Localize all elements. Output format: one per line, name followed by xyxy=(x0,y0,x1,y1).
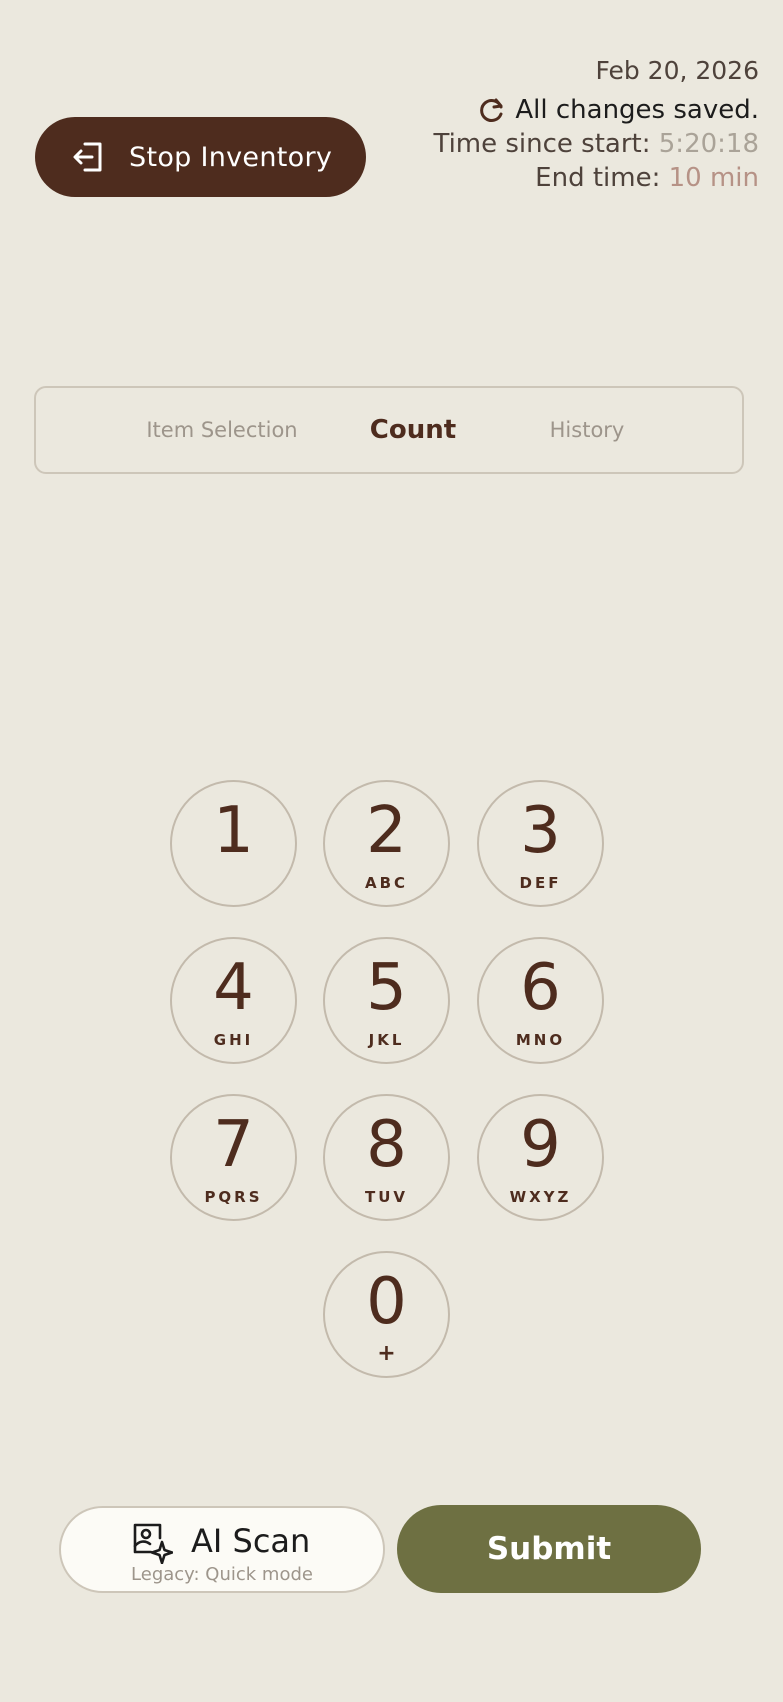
save-status: All changes saved. xyxy=(433,94,759,126)
key-letters: DEF xyxy=(519,874,562,892)
keypad-key-6[interactable]: 6 MNO xyxy=(477,937,604,1064)
key-digit: 8 xyxy=(366,1108,407,1182)
tab-bar: Item Selection Count History xyxy=(34,386,744,474)
keypad-key-2[interactable]: 2 ABC xyxy=(323,780,450,907)
time-since-label: Time since start: xyxy=(433,129,651,159)
keypad-key-8[interactable]: 8 TUV xyxy=(323,1094,450,1221)
tab-count[interactable]: Count xyxy=(348,388,478,472)
keypad-key-5[interactable]: 5 JKL xyxy=(323,937,450,1064)
refresh-icon xyxy=(477,95,507,125)
key-letters: TUV xyxy=(364,1188,409,1206)
key-letters: ABC xyxy=(364,874,409,892)
key-digit: 2 xyxy=(366,794,407,868)
ai-scan-label: AI Scan xyxy=(191,1522,311,1560)
keypad-key-9[interactable]: 9 WXYZ xyxy=(477,1094,604,1221)
keypad-key-1[interactable]: 1 xyxy=(170,780,297,907)
stop-inventory-label: Stop Inventory xyxy=(129,141,333,173)
end-time-label: End time: xyxy=(535,163,661,193)
keypad-key-3[interactable]: 3 DEF xyxy=(477,780,604,907)
time-since-start: Time since start: 5:20:18 xyxy=(433,128,759,160)
key-digit: 0 xyxy=(366,1265,407,1339)
keypad-key-4[interactable]: 4 GHI xyxy=(170,937,297,1064)
tab-item-selection[interactable]: Item Selection xyxy=(132,388,312,472)
key-digit: 1 xyxy=(213,794,254,868)
key-digit: 7 xyxy=(213,1108,254,1182)
keypad-key-0[interactable]: 0 + xyxy=(323,1251,450,1378)
key-digit: 5 xyxy=(366,951,407,1025)
key-letters: + xyxy=(377,1341,396,1366)
time-since-value: 5:20:18 xyxy=(658,129,759,159)
key-letters: PQRS xyxy=(204,1188,263,1206)
exit-door-icon xyxy=(71,139,107,175)
ai-scan-button[interactable]: AI Scan Legacy: Quick mode xyxy=(59,1506,385,1593)
key-digit: 9 xyxy=(520,1108,561,1182)
keypad-key-7[interactable]: 7 PQRS xyxy=(170,1094,297,1221)
status-panel: Feb 20, 2026 All changes saved. Time sin… xyxy=(433,56,759,194)
key-digit: 6 xyxy=(520,951,561,1025)
key-letters: GHI xyxy=(213,1031,254,1049)
save-status-text: All changes saved. xyxy=(515,95,759,125)
ai-scan-sublabel: Legacy: Quick mode xyxy=(131,1564,313,1585)
submit-button[interactable]: Submit xyxy=(397,1505,701,1593)
stop-inventory-button[interactable]: Stop Inventory xyxy=(35,117,366,197)
end-time: End time: 10 min xyxy=(433,162,759,194)
date-label: Feb 20, 2026 xyxy=(595,56,759,85)
end-time-value: 10 min xyxy=(668,163,759,193)
key-letters: JKL xyxy=(368,1031,405,1049)
key-letters: MNO xyxy=(515,1031,566,1049)
tab-history[interactable]: History xyxy=(512,388,662,472)
image-sparkle-icon xyxy=(129,1520,173,1564)
key-letters: WXYZ xyxy=(509,1188,572,1206)
key-digit: 3 xyxy=(520,794,561,868)
key-digit: 4 xyxy=(213,951,254,1025)
